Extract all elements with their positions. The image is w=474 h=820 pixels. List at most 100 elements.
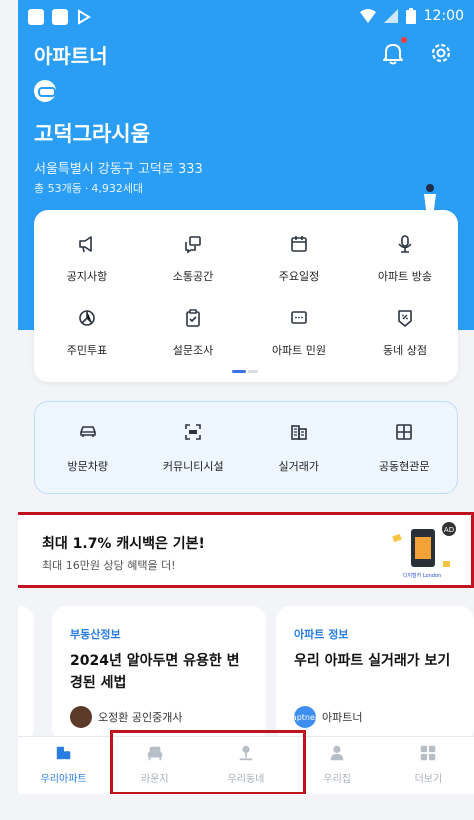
sofa-icon	[147, 746, 162, 761]
info-card-tax[interactable]: 부동산정보 2024년 알아두면 유용한 변경된 세법 오정환 공인중개사	[52, 606, 266, 742]
info-card-author: aptner 아파트너	[292, 706, 363, 728]
author-name: 아파트너	[322, 711, 363, 724]
nav-tab-label: 우리동네	[227, 774, 265, 785]
bottom-navigation: 우리아파트 라운지 우리동네 우리집 더보기	[18, 736, 474, 794]
ad-title: 최대 1.7% 캐시백은 기본!	[42, 536, 205, 552]
menu-item-label: 소통공간	[172, 270, 214, 283]
apartment-summary: 총 53개동 · 4,932세대	[34, 182, 144, 195]
signal-icon	[383, 9, 398, 23]
door-icon	[396, 424, 413, 440]
quick-menu-card: 방문차량 커뮤니티시설 실거래가 공동현관문	[34, 401, 458, 494]
quick-item-door[interactable]: 공동현관문	[352, 402, 458, 495]
page-indicator	[232, 370, 260, 373]
info-card-headline: 2024년 알아두면 유용한 변경된 세법	[70, 653, 240, 692]
nav-tab-sofa[interactable]: 라운지	[109, 737, 200, 794]
building-icon	[290, 425, 307, 440]
apartment-address: 서울특별시 강동구 고덕로 333	[34, 162, 203, 177]
menu-item-microphone[interactable]: 아파트 방송	[352, 210, 458, 284]
wifi-icon	[359, 9, 376, 23]
info-card-author: 오정환 공인중개사	[70, 706, 182, 728]
ad-banner[interactable]: 최대 1.7% 캐시백은 기본! 최대 16만원 상당 혜택을 더! AD 디지…	[18, 512, 474, 588]
nav-tab-label: 라운지	[140, 774, 169, 785]
nav-tab-label: 우리집	[323, 774, 351, 785]
quick-item-label: 커뮤니티시설	[162, 460, 224, 473]
author-avatar	[70, 706, 92, 728]
nav-tab-grid[interactable]: 더보기	[383, 737, 474, 794]
menu-item-chat[interactable]: 소통공간	[140, 210, 246, 284]
calendar-icon	[291, 236, 307, 252]
menu-item-label: 주요일정	[278, 270, 320, 283]
message-icon	[291, 311, 307, 324]
menu-item-clipboard-check[interactable]: 설문조사	[140, 284, 246, 358]
pie-chart-icon	[79, 310, 95, 326]
page-indicator-inactive	[248, 370, 258, 373]
menu-item-label: 공지사항	[66, 270, 108, 283]
battery-icon	[405, 8, 416, 24]
previous-card-edge	[18, 606, 34, 742]
quick-item-car[interactable]: 방문차량	[35, 402, 141, 495]
menu-item-label: 아파트 방송	[377, 270, 433, 283]
menu-item-label: 아파트 민원	[271, 344, 327, 357]
menu-item-label: 설문조사	[172, 344, 214, 357]
apartment-brand-logo	[34, 80, 56, 102]
household-count: 4,932세대	[91, 182, 144, 195]
status-time: 12:00	[423, 8, 464, 24]
image-notification-icon	[52, 9, 68, 25]
nav-tab-person-location[interactable]: 우리동네	[200, 737, 291, 794]
status-system: 12:00	[359, 8, 464, 24]
building-count: 총 53개동	[34, 182, 82, 195]
bell-icon[interactable]	[380, 40, 406, 66]
coupon-icon	[398, 310, 412, 327]
menu-item-label: 주민투표	[66, 344, 108, 357]
status-notifications	[28, 9, 92, 25]
nav-tab-apartment[interactable]: 우리아파트	[18, 737, 109, 794]
menu-item-coupon[interactable]: 동네 상점	[352, 284, 458, 358]
chat-icon	[185, 236, 201, 254]
menu-item-calendar[interactable]: 주요일정	[246, 210, 352, 284]
info-card-headline: 우리 아파트 실거래가 보기	[294, 653, 451, 669]
microphone-icon	[398, 235, 412, 253]
ad-image: AD 디지털카 London	[392, 522, 456, 579]
app-screen: 12:00 아파트너 고덕그라시움 서울특별시 강동구 고덕로 333 총 53…	[18, 0, 474, 820]
nav-tab-label: 우리아파트	[40, 774, 87, 785]
quick-item-label: 실거래가	[278, 460, 319, 473]
info-card-price[interactable]: 아파트 정보 우리 아파트 실거래가 보기 aptner 아파트너	[276, 606, 474, 742]
status-bar: 12:00	[18, 0, 474, 34]
page-indicator-active	[232, 370, 246, 373]
menu-item-pie-chart[interactable]: 주민투표	[34, 284, 140, 358]
person-location-icon	[239, 745, 253, 761]
aptner-logo-avatar: aptner	[292, 706, 318, 728]
info-card-tag: 아파트 정보	[294, 628, 349, 641]
menu-item-message[interactable]: 아파트 민원	[246, 284, 352, 358]
main-menu-grid: 공지사항 소통공간 주요일정 아파트 방송주민투표 설문조사 아파트 민원 동네 상점	[34, 210, 458, 358]
nav-tab-person[interactable]: 우리집	[292, 737, 383, 794]
notification-icon	[28, 9, 44, 25]
gear-icon[interactable]	[428, 40, 454, 66]
nav-tab-label: 더보기	[414, 774, 443, 785]
ad-subtitle: 최대 16만원 상당 혜택을 더!	[42, 559, 176, 572]
quick-menu-grid: 방문차량 커뮤니티시설 실거래가 공동현관문	[35, 402, 457, 495]
megaphone-icon	[79, 236, 92, 253]
info-card-tag: 부동산정보	[70, 628, 121, 641]
quick-item-scan[interactable]: 커뮤니티시설	[141, 402, 247, 495]
play-notification-icon	[78, 9, 91, 25]
quick-item-label: 공동현관문	[378, 460, 430, 473]
author-name: 오정환 공인중개사	[98, 711, 183, 724]
apartment-name[interactable]: 고덕그라시움	[34, 118, 150, 148]
grid-icon	[421, 745, 436, 761]
app-title: 아파트너	[34, 44, 108, 68]
quick-item-label: 방문차량	[67, 460, 108, 473]
person-icon	[330, 745, 344, 761]
new-badge-dot	[401, 37, 407, 43]
main-menu-card: 공지사항 소통공간 주요일정 아파트 방송주민투표 설문조사 아파트 민원 동네 상점	[34, 210, 458, 382]
scan-icon	[185, 424, 202, 440]
quick-item-building[interactable]: 실거래가	[246, 402, 352, 495]
apartment-icon	[56, 746, 70, 760]
menu-item-megaphone[interactable]: 공지사항	[34, 210, 140, 284]
car-icon	[79, 426, 96, 437]
ad-badge: AD	[444, 526, 454, 534]
ad-image-caption: 디지털카 London	[403, 572, 441, 579]
system-nav-strip	[18, 794, 474, 820]
menu-item-label: 동네 상점	[383, 344, 427, 357]
clipboard-check-icon	[186, 309, 200, 327]
